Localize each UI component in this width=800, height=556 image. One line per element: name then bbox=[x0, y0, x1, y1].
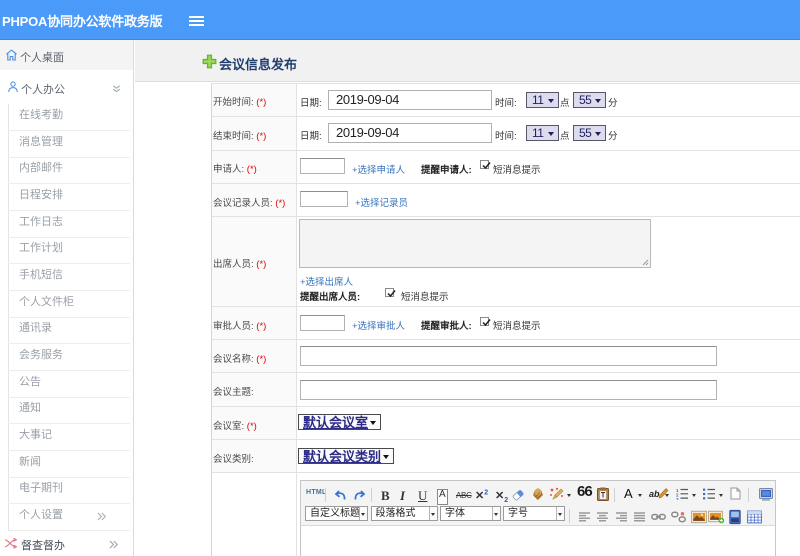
svg-text:3: 3 bbox=[676, 497, 679, 500]
